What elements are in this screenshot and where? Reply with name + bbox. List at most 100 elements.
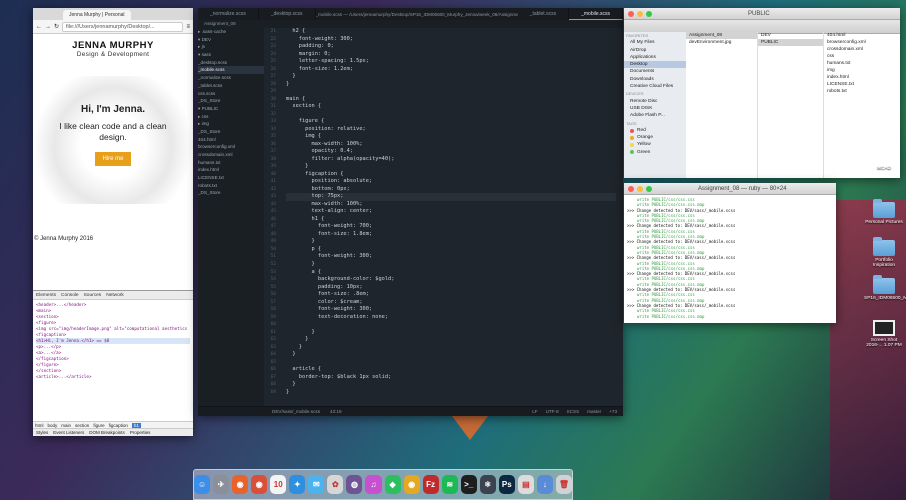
- downloads-icon[interactable]: ↓: [536, 475, 553, 494]
- desktop-screenshot-file[interactable]: Screen Shot 2016-... 1.07 PM: [864, 320, 904, 348]
- tree-item[interactable]: _DS_Store: [198, 97, 264, 105]
- editor-tab[interactable]: _tablet.scss: [518, 8, 570, 20]
- tree-item[interactable]: _normalize.scss: [198, 74, 264, 82]
- spotify-icon[interactable]: ≋: [441, 475, 458, 494]
- close-icon[interactable]: [628, 185, 634, 192]
- calendar-icon[interactable]: 10: [270, 475, 287, 494]
- close-icon[interactable]: [628, 10, 634, 17]
- devtools-subtab[interactable]: Event Listeners: [53, 430, 84, 435]
- tree-item[interactable]: ▾ DEV: [198, 36, 264, 44]
- zoom-icon[interactable]: [646, 10, 652, 17]
- sidebar-item[interactable]: Documents: [624, 68, 686, 75]
- tree-item[interactable]: ▸ js: [198, 43, 264, 51]
- tree-item[interactable]: _mobile.scss: [198, 66, 264, 75]
- tree-item[interactable]: 404.html: [198, 136, 264, 144]
- breadcrumb-item[interactable]: section: [75, 423, 89, 428]
- sidebar-item[interactable]: USB DISK: [624, 105, 686, 112]
- breadcrumb-item[interactable]: figure: [93, 423, 104, 428]
- tree-item[interactable]: _DS_Store: [198, 189, 264, 197]
- dom-node[interactable]: <article>...</article>: [36, 374, 190, 380]
- finder-item[interactable]: index.html: [824, 74, 900, 81]
- itunes-icon[interactable]: ♫: [365, 475, 382, 494]
- tree-item[interactable]: LICENSE.txt: [198, 174, 264, 182]
- filezilla-icon[interactable]: Fz: [422, 475, 439, 494]
- sidebar-item[interactable]: All My Files: [624, 39, 686, 46]
- finder-item[interactable]: LICENSE.txt: [824, 81, 900, 88]
- status-item[interactable]: master: [587, 409, 601, 414]
- launchpad-icon[interactable]: ✈: [213, 475, 230, 494]
- sidebar-tag[interactable]: Green: [624, 149, 686, 156]
- tree-item[interactable]: ▾ sass: [198, 51, 264, 59]
- evernote-icon[interactable]: ◆: [384, 475, 401, 494]
- status-item[interactable]: SCSS: [567, 409, 580, 414]
- back-icon[interactable]: ←: [36, 24, 42, 30]
- finder-item[interactable]: 404.html: [824, 32, 900, 39]
- finder-item[interactable]: Assignment_08: [686, 32, 757, 39]
- photos-icon[interactable]: ✿: [327, 475, 344, 494]
- forward-icon[interactable]: →: [45, 24, 51, 30]
- atom-icon[interactable]: ⚛: [479, 475, 496, 494]
- finder-item[interactable]: DEV: [758, 32, 823, 39]
- status-file[interactable]: DEV/sass/_mobile.scss: [272, 409, 320, 414]
- preview-icon[interactable]: ▤: [517, 475, 534, 494]
- devtools-subtab[interactable]: Properties: [130, 430, 151, 435]
- finder-item[interactable]: devEnvironment.jpg: [686, 39, 757, 46]
- github-icon[interactable]: ◍: [346, 475, 363, 494]
- tree-item[interactable]: browserconfig.xml: [198, 143, 264, 151]
- desktop-folder-mcad[interactable]: MCAD: [864, 166, 904, 171]
- tree-item[interactable]: index.html: [198, 166, 264, 174]
- sidebar-tag[interactable]: Yellow: [624, 141, 686, 148]
- devtools-subtab[interactable]: Styles: [36, 430, 48, 435]
- editor-tab[interactable]: _normalize.scss: [198, 8, 259, 20]
- breadcrumb-item[interactable]: figcaption: [109, 423, 128, 428]
- sidebar-item[interactable]: Remote Disc: [624, 98, 686, 105]
- tree-item[interactable]: css.scss: [198, 90, 264, 98]
- finder-item[interactable]: css: [824, 53, 900, 60]
- safari-icon[interactable]: ✦: [289, 475, 306, 494]
- tree-item[interactable]: crossdomain.xml: [198, 151, 264, 159]
- breadcrumb-item[interactable]: h1: [131, 422, 141, 428]
- devtools-tab[interactable]: Sources: [84, 293, 102, 298]
- tree-item[interactable]: ▸ .sass-cache: [198, 28, 264, 36]
- sidebar-item[interactable]: Adobe Flash P...: [624, 112, 686, 119]
- status-cursor[interactable]: 43:18: [330, 409, 342, 414]
- finder-item[interactable]: browserconfig.xml: [824, 39, 900, 46]
- breadcrumb-item[interactable]: body: [48, 423, 58, 428]
- trash-icon[interactable]: 🗑: [555, 475, 572, 494]
- reload-icon[interactable]: ↻: [54, 23, 59, 30]
- tree-item[interactable]: ▸ css: [198, 113, 264, 121]
- address-bar[interactable]: file:///Users/jennamurphy/Desktop/...: [62, 21, 184, 32]
- sidebar-item[interactable]: Downloads: [624, 76, 686, 83]
- tree-item[interactable]: _DS_Store: [198, 128, 264, 136]
- minimize-icon[interactable]: [637, 185, 643, 192]
- chrome-icon-2[interactable]: ◉: [403, 475, 420, 494]
- sidebar-tag[interactable]: Red: [624, 127, 686, 134]
- sidebar-item[interactable]: AirDrop: [624, 47, 686, 54]
- sidebar-item[interactable]: Creative Cloud Files: [624, 83, 686, 90]
- browser-tab[interactable]: Jenna Murphy | Personal: [63, 10, 131, 20]
- tree-item[interactable]: robots.txt: [198, 182, 264, 190]
- terminal-output[interactable]: write PUBLIC/css/css.css write PUBLIC/css…: [624, 195, 836, 321]
- editor-tab[interactable]: _mobile.scss: [569, 8, 623, 20]
- menu-icon[interactable]: ≡: [186, 24, 190, 30]
- devtools-tab[interactable]: Network: [106, 293, 124, 298]
- chrome-icon[interactable]: ◉: [251, 475, 268, 494]
- sidebar-item[interactable]: Applications: [624, 54, 686, 61]
- finder-item[interactable]: crossdomain.xml: [824, 46, 900, 53]
- tree-item[interactable]: _desktop.scss: [198, 59, 264, 67]
- status-item[interactable]: LF: [532, 409, 537, 414]
- desktop-folder-portfolio[interactable]: Portfolio Inspiration: [864, 237, 904, 268]
- tree-item[interactable]: ▾ PUBLIC: [198, 105, 264, 113]
- firefox-icon[interactable]: ◉: [232, 475, 249, 494]
- devtools-tab[interactable]: Elements: [36, 293, 56, 298]
- hire-button[interactable]: Hire me: [95, 152, 131, 166]
- sidebar-item[interactable]: Desktop: [624, 61, 686, 69]
- tree-item[interactable]: humans.txt: [198, 159, 264, 167]
- devtools-tab[interactable]: Console: [61, 293, 79, 298]
- finder-item[interactable]: robots.txt: [824, 88, 900, 95]
- status-item[interactable]: UTF-8: [546, 409, 559, 414]
- editor-tab[interactable]: _desktop.scss: [259, 8, 316, 20]
- finder-icon[interactable]: ☺: [194, 475, 211, 494]
- finder-item[interactable]: img: [824, 67, 900, 74]
- sidebar-tag[interactable]: Orange: [624, 134, 686, 141]
